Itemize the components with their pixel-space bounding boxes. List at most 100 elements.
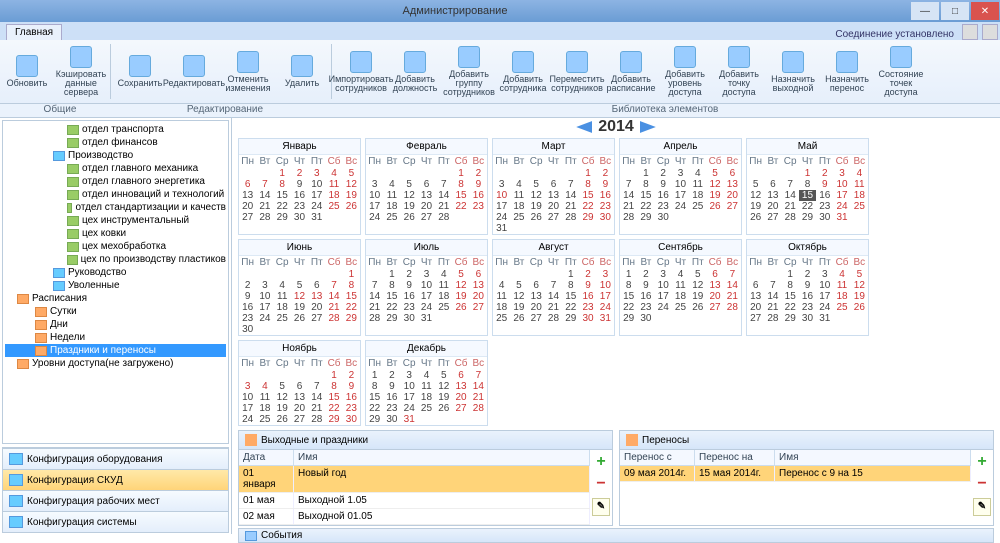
calendar-day[interactable]: 16 [597,190,614,201]
calendar-day[interactable]: 23 [579,302,596,313]
calendar-day[interactable]: 2 [799,269,816,280]
calendar-day[interactable] [343,212,360,223]
calendar-day[interactable]: 13 [418,190,435,201]
calendar-day[interactable] [689,212,706,223]
calendar-day[interactable]: 10 [308,179,325,190]
calendar-day[interactable]: 21 [256,201,273,212]
calendar-day[interactable]: 10 [401,381,418,392]
calendar-day[interactable]: 26 [851,302,868,313]
calendar-day[interactable]: 29 [799,212,816,223]
calendar-day[interactable]: 1 [579,168,596,179]
calendar-day[interactable] [851,313,868,324]
calendar-day[interactable]: 17 [833,190,850,201]
calendar-day[interactable] [493,269,510,280]
tree-node[interactable]: цех по производству пластиков [5,253,226,266]
calendar-day[interactable]: 11 [689,179,706,190]
calendar-day[interactable]: 27 [291,414,308,425]
calendar-day[interactable] [239,370,256,381]
calendar-day[interactable]: 16 [343,392,360,403]
transfer-row[interactable]: 09 мая 2014г.15 мая 2014г.Перенос с 9 на… [620,466,971,482]
col-transfer-name[interactable]: Имя [775,450,971,465]
calendar-day[interactable]: 6 [291,381,308,392]
calendar-day[interactable]: 8 [620,280,637,291]
calendar-day[interactable]: 4 [689,168,706,179]
tree-node[interactable]: Руководство [5,266,226,279]
calendar-day[interactable]: 23 [597,201,614,212]
tree-node[interactable]: цех инструментальный [5,214,226,227]
ribbon-btn[interactable]: Переместить сотрудников [550,40,604,103]
calendar-day[interactable]: 14 [764,291,781,302]
calendar-day[interactable]: 10 [366,190,383,201]
calendar-day[interactable]: 7 [545,280,562,291]
calendar-day[interactable]: 21 [562,201,579,212]
calendar-day[interactable]: 3 [816,269,833,280]
calendar-day[interactable]: 6 [747,280,764,291]
calendar-day[interactable]: 16 [291,190,308,201]
ribbon-btn[interactable]: Кэшировать данные сервера [54,40,108,103]
calendar-day[interactable]: 16 [383,392,400,403]
calendar-day[interactable]: 17 [816,291,833,302]
calendar-day[interactable]: 5 [528,179,545,190]
calendar-day[interactable] [528,269,545,280]
calendar-day[interactable]: 7 [782,179,799,190]
calendar-day[interactable]: 20 [452,392,469,403]
transfer-delete-button[interactable]: − [973,476,991,494]
calendar-day[interactable]: 28 [435,212,452,223]
calendar-day[interactable]: 12 [510,291,527,302]
calendar-day[interactable]: 25 [510,212,527,223]
calendar-day[interactable]: 31 [493,223,510,234]
calendar-day[interactable]: 17 [401,392,418,403]
calendar-day[interactable]: 23 [816,201,833,212]
calendar-day[interactable]: 16 [816,190,833,201]
accordion-item[interactable]: Конфигурация СКУД [3,469,228,490]
calendar-day[interactable]: 4 [493,280,510,291]
calendar-day[interactable]: 4 [274,280,291,291]
calendar-day[interactable]: 24 [672,201,689,212]
calendar-day[interactable]: 22 [782,302,799,313]
calendar-day[interactable]: 7 [620,179,637,190]
calendar-day[interactable]: 24 [401,403,418,414]
calendar-day[interactable]: 10 [672,179,689,190]
calendar-day[interactable]: 1 [452,168,469,179]
calendar-day[interactable]: 31 [833,212,850,223]
calendar-day[interactable]: 19 [706,190,723,201]
calendar-day[interactable] [452,414,469,425]
ribbon-btn[interactable]: Сохранить [113,40,167,103]
calendar-day[interactable] [545,168,562,179]
calendar-day[interactable]: 4 [325,168,342,179]
calendar-day[interactable] [291,370,308,381]
calendar-day[interactable]: 14 [724,280,741,291]
calendar-day[interactable]: 24 [256,313,273,324]
calendar-day[interactable]: 13 [452,381,469,392]
calendar-day[interactable] [747,168,764,179]
calendar-day[interactable]: 7 [308,381,325,392]
calendar-day[interactable]: 30 [343,414,360,425]
calendar-day[interactable]: 29 [325,414,342,425]
tree-node[interactable]: Сутки [5,305,226,318]
calendar-day[interactable] [510,168,527,179]
calendar-day[interactable]: 24 [597,302,614,313]
col-name[interactable]: Имя [294,450,590,465]
calendar-day[interactable]: 18 [274,302,291,313]
calendar-day[interactable]: 22 [343,302,360,313]
events-bar[interactable]: События [238,528,994,543]
calendar-day[interactable]: 18 [851,190,868,201]
calendar-day[interactable]: 17 [597,291,614,302]
calendar-day[interactable]: 26 [401,212,418,223]
calendar-day[interactable]: 13 [747,291,764,302]
calendar-day[interactable]: 23 [383,403,400,414]
calendar-day[interactable]: 25 [383,212,400,223]
calendar-day[interactable]: 24 [366,212,383,223]
calendar-day[interactable]: 11 [418,381,435,392]
calendar-day[interactable]: 31 [401,414,418,425]
calendar-day[interactable]: 3 [597,269,614,280]
calendar-day[interactable]: 8 [562,280,579,291]
calendar-day[interactable]: 13 [239,190,256,201]
calendar-day[interactable]: 22 [325,403,342,414]
calendar-day[interactable]: 23 [655,201,672,212]
calendar-day[interactable]: 11 [325,179,342,190]
calendar-day[interactable]: 13 [470,280,487,291]
calendar-day[interactable]: 28 [782,212,799,223]
calendar-day[interactable]: 1 [562,269,579,280]
calendar-day[interactable]: 25 [435,302,452,313]
